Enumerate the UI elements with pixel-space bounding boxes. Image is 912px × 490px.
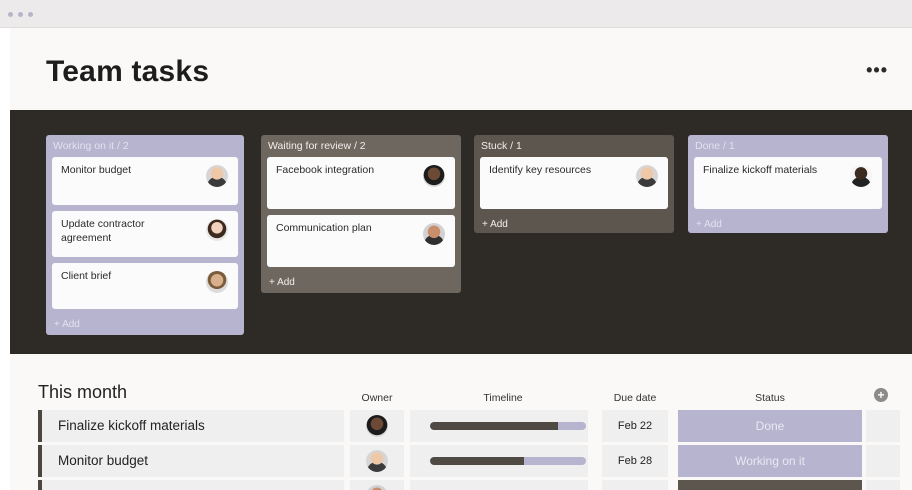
table-row[interactable]: Finalize kickoff materials xyxy=(38,410,344,442)
column-header-timeline[interactable]: Timeline xyxy=(414,392,592,404)
timeline-bar[interactable] xyxy=(430,457,586,465)
task-card[interactable]: Facebook integration xyxy=(267,157,455,209)
owner-cell[interactable] xyxy=(350,410,404,442)
status-cell[interactable] xyxy=(678,480,862,490)
add-card-button[interactable]: + Add xyxy=(267,273,455,293)
page-title: Team tasks xyxy=(46,55,210,88)
due-date-cell[interactable] xyxy=(602,480,668,490)
column-header-due-date[interactable]: Due date xyxy=(602,392,668,404)
add-column-icon[interactable]: + xyxy=(874,388,888,402)
task-card[interactable]: Update contractor agreement xyxy=(52,211,238,257)
task-card[interactable]: Client brief xyxy=(52,263,238,309)
task-card-label: Facebook integration xyxy=(276,164,375,176)
avatar xyxy=(366,415,388,437)
row-task-name: Monitor budget xyxy=(58,453,149,468)
task-card-label: Communication plan xyxy=(276,222,372,234)
window-title-bar xyxy=(0,0,912,28)
avatar xyxy=(850,165,872,187)
window-dot-icon[interactable] xyxy=(18,12,23,17)
row-accent xyxy=(38,445,42,477)
column-header-owner[interactable]: Owner xyxy=(350,392,404,404)
avatar xyxy=(366,450,388,472)
row-task-name: Finalize kickoff materials xyxy=(58,418,205,433)
status-cell[interactable]: Working on it xyxy=(678,445,862,477)
avatar xyxy=(206,219,228,241)
task-card[interactable]: Finalize kickoff materials xyxy=(694,157,882,209)
task-card-label: Client brief xyxy=(61,270,112,282)
column-title: Waiting for review / 2 xyxy=(268,140,366,152)
row-end-cell xyxy=(866,410,900,442)
kanban-board: Working on it / 2 Monitor budget Update … xyxy=(10,110,912,354)
add-card-button[interactable]: + Add xyxy=(52,315,238,335)
column-title: Working on it / 2 xyxy=(53,140,129,152)
status-cell[interactable]: Done xyxy=(678,410,862,442)
column-stuck: Stuck / 1 Identify key resources + Add xyxy=(474,135,674,233)
timeline-cell xyxy=(410,410,588,442)
row-accent xyxy=(38,480,42,490)
timeline-cell xyxy=(410,480,588,490)
avatar xyxy=(423,223,445,245)
column-waiting-for-review: Waiting for review / 2 Facebook integrat… xyxy=(261,135,461,293)
task-card[interactable]: Identify key resources xyxy=(480,157,668,209)
due-date-cell[interactable]: Feb 22 xyxy=(602,410,668,442)
row-end-cell xyxy=(866,445,900,477)
row-end-cell xyxy=(866,480,900,490)
timeline-fill xyxy=(430,422,558,430)
avatar xyxy=(206,165,228,187)
owner-cell[interactable] xyxy=(350,480,404,490)
due-date-cell[interactable]: Feb 28 xyxy=(602,445,668,477)
timeline-bar[interactable] xyxy=(430,422,586,430)
task-card-label: Identify key resources xyxy=(489,164,592,176)
timeline-cell xyxy=(410,445,588,477)
avatar xyxy=(423,165,445,187)
column-working-on-it: Working on it / 2 Monitor budget Update … xyxy=(46,135,244,335)
more-options-button[interactable]: ••• xyxy=(866,60,888,81)
row-accent xyxy=(38,410,42,442)
column-done: Done / 1 Finalize kickoff materials + Ad… xyxy=(688,135,888,233)
avatar xyxy=(206,271,228,293)
avatar xyxy=(366,485,388,490)
task-card-label: Monitor budget xyxy=(61,164,132,176)
avatar xyxy=(636,165,658,187)
column-title: Stuck / 1 xyxy=(481,140,522,152)
table-row[interactable] xyxy=(38,480,344,490)
add-card-button[interactable]: + Add xyxy=(694,215,882,235)
column-header-status[interactable]: Status xyxy=(678,392,862,404)
task-card-label: Update contractor agreement xyxy=(61,218,145,244)
task-card[interactable]: Monitor budget xyxy=(52,157,238,205)
window-dot-icon[interactable] xyxy=(8,12,13,17)
task-card[interactable]: Communication plan xyxy=(267,215,455,267)
owner-cell[interactable] xyxy=(350,445,404,477)
add-card-button[interactable]: + Add xyxy=(480,215,668,235)
table-row[interactable]: Monitor budget xyxy=(38,445,344,477)
window-dot-icon[interactable] xyxy=(28,12,33,17)
page-header: Team tasks ••• xyxy=(10,28,912,110)
section-title: This month xyxy=(38,382,128,402)
task-card-label: Finalize kickoff materials xyxy=(703,164,818,176)
timeline-fill xyxy=(430,457,524,465)
column-title: Done / 1 xyxy=(695,140,735,152)
task-table: This month Owner Timeline Due date Statu… xyxy=(10,354,912,490)
